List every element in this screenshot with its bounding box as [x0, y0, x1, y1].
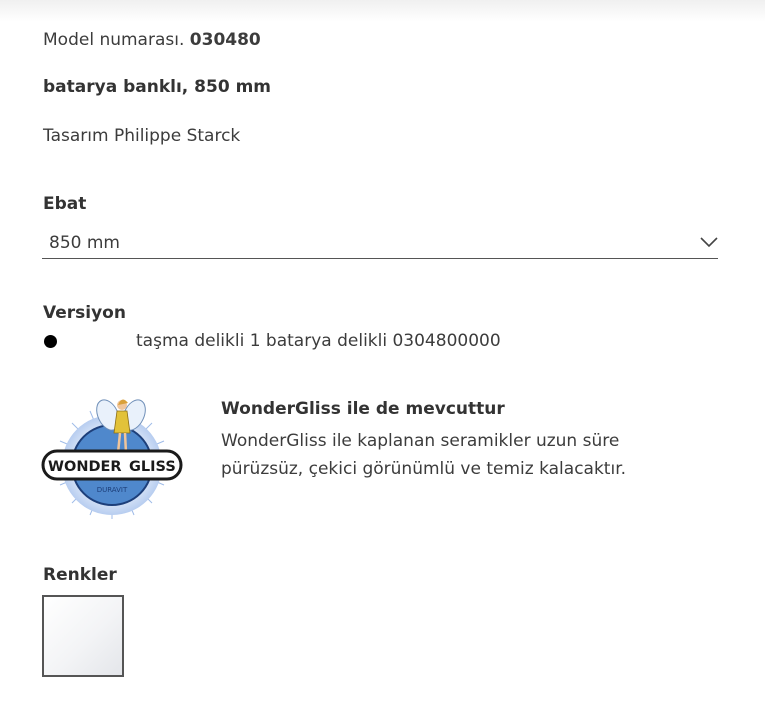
version-label: Versiyon — [43, 303, 126, 323]
designer-credit: Tasarım Philippe Starck — [43, 126, 241, 146]
product-subtitle: batarya banklı, 850 mm — [43, 77, 272, 97]
logo-text-brand: DURAVIT — [97, 486, 128, 494]
logo-text-gliss: GLISS — [129, 459, 176, 475]
version-option-text: taşma delikli 1 batarya delikli 03048000… — [136, 331, 501, 351]
version-radio-selected[interactable] — [44, 335, 57, 348]
wondergliss-logo: WONDER GLISS DURAVIT — [41, 399, 183, 519]
size-select-value: 850 mm — [49, 233, 120, 253]
color-swatch-white[interactable] — [42, 595, 124, 677]
top-shadow — [0, 0, 765, 22]
model-label: Model numarası. — [43, 30, 185, 50]
size-select[interactable]: 850 mm — [42, 230, 718, 259]
model-number: 030480 — [189, 30, 261, 50]
chevron-down-icon — [700, 237, 718, 248]
colors-label: Renkler — [43, 565, 117, 585]
model-number-line: Model numarası. 030480 — [43, 30, 261, 50]
logo-text-wonder: WONDER — [48, 459, 122, 475]
wondergliss-title: WonderGliss ile de mevcuttur — [221, 399, 505, 419]
size-label: Ebat — [43, 194, 87, 214]
wondergliss-description: WonderGliss ile kaplanan seramikler uzun… — [221, 431, 627, 479]
